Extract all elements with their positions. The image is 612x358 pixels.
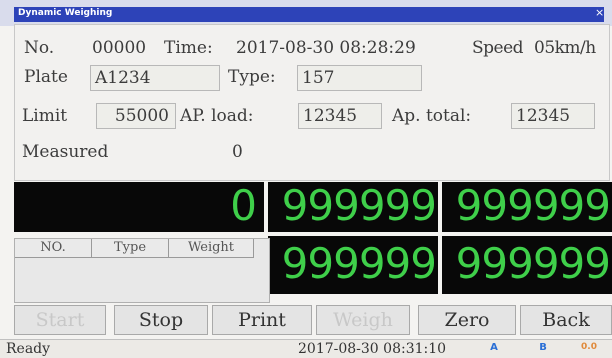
start-button[interactable]: Start	[14, 305, 106, 335]
ap-total-input[interactable]: 12345	[511, 103, 595, 129]
time-label: Time:	[164, 38, 213, 58]
ap-load-label: AP. load:	[180, 106, 254, 126]
measured-label: Measured	[22, 142, 109, 162]
type-input[interactable]: 157	[297, 65, 422, 91]
main-weight-display: 0	[14, 182, 264, 232]
column-header-weight[interactable]: Weight	[169, 239, 254, 258]
window-title: Dynamic Weighing	[18, 8, 113, 18]
axle-display-2: 999999	[442, 182, 612, 232]
zero-button[interactable]: Zero	[418, 305, 516, 335]
record-number: 00000	[92, 38, 147, 58]
status-datetime: 2017-08-30 08:31:10	[298, 341, 447, 357]
weigh-button[interactable]: Weigh	[316, 305, 410, 335]
ap-total-label: Ap. total:	[392, 106, 472, 126]
type-label: Type:	[228, 67, 276, 87]
measured-value: 0	[232, 142, 243, 162]
speed-value: 05km/h	[534, 38, 596, 58]
axle-display-3: 999999	[268, 236, 438, 294]
axle-display-4: 999999	[442, 236, 612, 294]
weigh-record-list[interactable]: NO. Type Weight	[14, 238, 270, 303]
column-header-type[interactable]: Type	[92, 239, 169, 258]
back-button[interactable]: Back	[520, 305, 612, 335]
stop-button[interactable]: Stop	[114, 305, 208, 335]
status-state: Ready	[6, 341, 51, 357]
axle-display-1: 999999	[268, 182, 438, 232]
speed-label: Speed	[472, 38, 524, 58]
time-value: 2017-08-30 08:28:29	[236, 38, 416, 58]
column-header-no[interactable]: NO.	[15, 239, 92, 258]
no-label: No.	[24, 38, 55, 58]
limit-label: Limit	[22, 106, 68, 126]
signal-a-icon: A	[490, 342, 498, 353]
ap-load-input[interactable]: 12345	[298, 103, 382, 129]
signal-b-icon: B	[539, 342, 547, 353]
limit-input[interactable]: 55000	[96, 103, 176, 129]
plate-input[interactable]: A1234	[90, 65, 220, 91]
signal-c-icon: 0.0	[581, 342, 597, 352]
plate-label: Plate	[24, 67, 68, 87]
print-button[interactable]: Print	[212, 305, 312, 335]
close-icon[interactable]: ×	[595, 6, 604, 19]
